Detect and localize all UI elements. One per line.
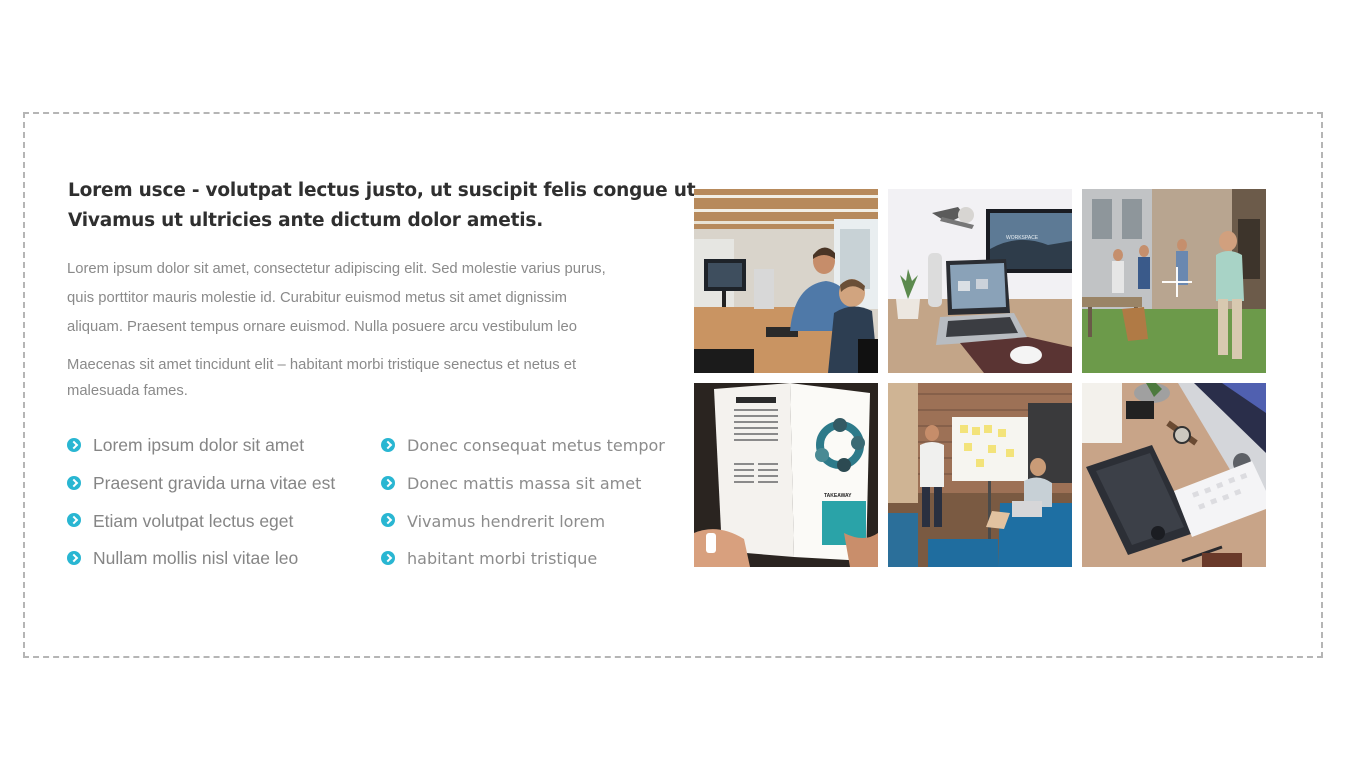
outdoor-presentation-photo[interactable]: [1082, 189, 1266, 373]
laptop-desk-photo[interactable]: WORKSPACE: [888, 189, 1072, 373]
list-item-label: Lorem ipsum dolor sit amet: [93, 435, 305, 456]
list-item-label: Donec mattis massa sit amet: [407, 474, 642, 494]
chevron-circle-icon: [67, 550, 81, 565]
feature-list-right: Donec consequat metus tempor Donec matti…: [381, 427, 665, 578]
list-item-label: Nullam mollis nisl vitae leo: [93, 548, 299, 569]
list-item: habitant morbi tristique: [381, 540, 665, 578]
section-heading: Lorem usce - volutpat lectus justo, ut s…: [68, 176, 703, 236]
chevron-circle-icon: [67, 513, 81, 528]
list-item: Vivamus hendrerit lorem: [381, 502, 665, 540]
list-item-label: habitant morbi tristique: [407, 549, 598, 569]
paragraph-line: Lorem ipsum dolor sit amet, consectetur …: [67, 261, 606, 277]
list-item: Donec mattis massa sit amet: [381, 465, 665, 503]
workspace-devices-photo[interactable]: [1082, 383, 1266, 567]
chevron-circle-icon: [381, 475, 395, 490]
list-item: Lorem ipsum dolor sit amet: [67, 427, 335, 465]
list-item-label: Donec consequat metus tempor: [407, 436, 665, 456]
svg-text:WORKSPACE: WORKSPACE: [1006, 235, 1039, 241]
list-item-label: Praesent gravida urna vitae est: [93, 473, 336, 494]
feature-list-left: Lorem ipsum dolor sit amet Praesent grav…: [67, 427, 335, 578]
paragraph-line: malesuada fames.: [67, 383, 188, 399]
heading-line-2: Vivamus ut ultricies ante dictum dolor a…: [68, 210, 544, 231]
chevron-circle-icon: [381, 437, 395, 452]
heading-line-1: Lorem usce - volutpat lectus justo, ut s…: [68, 180, 703, 201]
svg-text:TAKEAWAY: TAKEAWAY: [824, 493, 852, 499]
paragraph-line: aliquam. Praesent tempus ornare euismod.…: [67, 319, 577, 335]
list-item: Donec consequat metus tempor: [381, 427, 665, 465]
office-team-photo[interactable]: [694, 189, 878, 373]
photo-gallery: WORKSPACE TAKEAWAY: [694, 189, 1266, 567]
list-item-label: Etiam volutpat lectus eget: [93, 510, 294, 531]
list-item-label: Vivamus hendrerit lorem: [407, 511, 606, 531]
whiteboard-meeting-photo[interactable]: [888, 383, 1072, 567]
list-item: Nullam mollis nisl vitae leo: [67, 540, 335, 578]
magazine-reading-photo[interactable]: TAKEAWAY: [694, 383, 878, 567]
plus-icon: [1162, 267, 1192, 297]
list-item: Etiam volutpat lectus eget: [67, 502, 335, 540]
list-item: Praesent gravida urna vitae est: [67, 465, 335, 503]
intro-paragraph: Lorem ipsum dolor sit amet, consectetur …: [67, 255, 667, 342]
chevron-circle-icon: [381, 550, 395, 565]
paragraph-line: Maecenas sit amet tincidunt elit – habit…: [67, 357, 577, 373]
paragraph-line: quis porttitor mauris molestie id. Curab…: [67, 290, 567, 306]
chevron-circle-icon: [381, 513, 395, 528]
chevron-circle-icon: [67, 437, 81, 452]
secondary-paragraph: Maecenas sit amet tincidunt elit – habit…: [67, 352, 667, 404]
chevron-circle-icon: [67, 475, 81, 490]
